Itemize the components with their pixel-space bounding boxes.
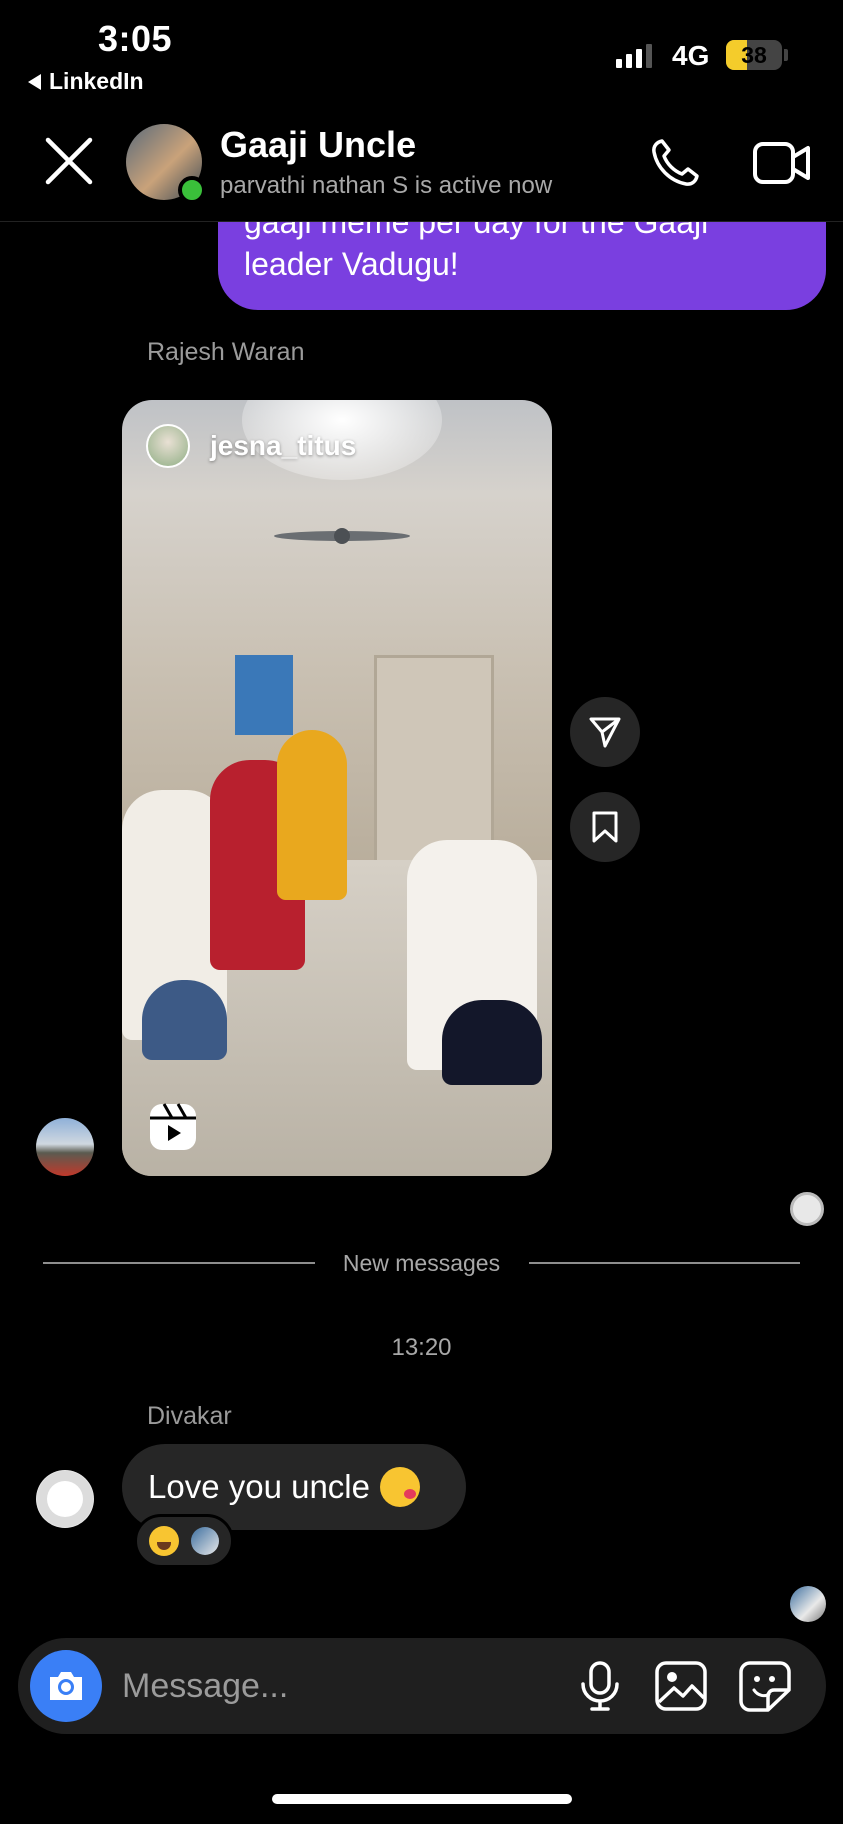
reel-thumbnail-detail bbox=[274, 528, 410, 544]
status-time: 3:05 bbox=[98, 18, 173, 59]
contact-name[interactable]: Gaaji Uncle bbox=[220, 124, 416, 166]
message-reactions[interactable] bbox=[134, 1514, 234, 1568]
reel-owner[interactable]: jesna_titus bbox=[146, 424, 356, 468]
send-icon bbox=[589, 717, 621, 748]
video-call-icon[interactable] bbox=[752, 138, 812, 188]
message-timestamp: 13:20 bbox=[391, 1334, 452, 1361]
reel-thumbnail-detail bbox=[277, 730, 347, 900]
new-messages-divider: New messages bbox=[342, 1250, 501, 1276]
reel-thumbnail-detail bbox=[142, 980, 227, 1060]
sent-message-line: leader Vadugu! bbox=[244, 246, 459, 282]
back-arrow-icon bbox=[28, 73, 41, 90]
reel-thumbnail-detail bbox=[442, 1000, 542, 1085]
message-input[interactable] bbox=[122, 1660, 482, 1712]
sticker-icon[interactable] bbox=[738, 1660, 792, 1712]
reel-owner-avatar bbox=[146, 424, 190, 468]
phone-call-icon[interactable] bbox=[648, 136, 702, 190]
sender-name: Rajesh Waran bbox=[147, 338, 305, 366]
close-icon[interactable] bbox=[42, 134, 96, 188]
seen-indicator-avatar bbox=[790, 1192, 824, 1226]
reels-icon bbox=[150, 1103, 196, 1150]
received-message-text: Love you uncle bbox=[148, 1468, 370, 1505]
online-status-icon bbox=[178, 176, 206, 204]
reactor-avatar bbox=[191, 1527, 219, 1555]
back-app-label: LinkedIn bbox=[49, 68, 144, 94]
status-bar: 3:05 LinkedIn 4G 38 bbox=[0, 0, 843, 100]
kissing-face-icon bbox=[380, 1467, 420, 1507]
microphone-icon[interactable] bbox=[574, 1660, 626, 1712]
cellular-signal-icon bbox=[616, 44, 652, 68]
shared-reel-card[interactable]: jesna_titus bbox=[122, 400, 552, 1176]
sender-name: Divakar bbox=[147, 1402, 232, 1430]
gallery-icon[interactable] bbox=[654, 1660, 708, 1712]
active-status-text: parvathi nathan S is active now bbox=[220, 172, 553, 199]
network-type: 4G bbox=[672, 40, 710, 71]
seen-indicator-avatar bbox=[790, 1586, 826, 1622]
battery-icon: 38 bbox=[726, 40, 782, 70]
camera-icon bbox=[50, 1672, 82, 1700]
back-to-app-link[interactable]: LinkedIn bbox=[28, 68, 144, 95]
laughing-emoji-icon bbox=[149, 1526, 179, 1556]
reel-thumbnail-detail bbox=[235, 655, 293, 735]
bookmark-icon bbox=[592, 811, 618, 843]
battery-tip bbox=[784, 49, 788, 61]
reel-owner-name: jesna_titus bbox=[210, 430, 357, 461]
default-avatar-icon bbox=[37, 1471, 93, 1527]
message-composer bbox=[18, 1638, 826, 1734]
chat-header: Gaaji Uncle parvathi nathan S is active … bbox=[0, 100, 843, 222]
home-indicator[interactable] bbox=[272, 1794, 572, 1804]
sender-avatar[interactable] bbox=[36, 1470, 94, 1528]
share-reel-button[interactable] bbox=[570, 697, 640, 767]
battery-percent: 38 bbox=[741, 42, 767, 68]
camera-button[interactable] bbox=[30, 1650, 102, 1722]
save-reel-button[interactable] bbox=[570, 792, 640, 862]
sender-avatar[interactable] bbox=[36, 1118, 94, 1176]
